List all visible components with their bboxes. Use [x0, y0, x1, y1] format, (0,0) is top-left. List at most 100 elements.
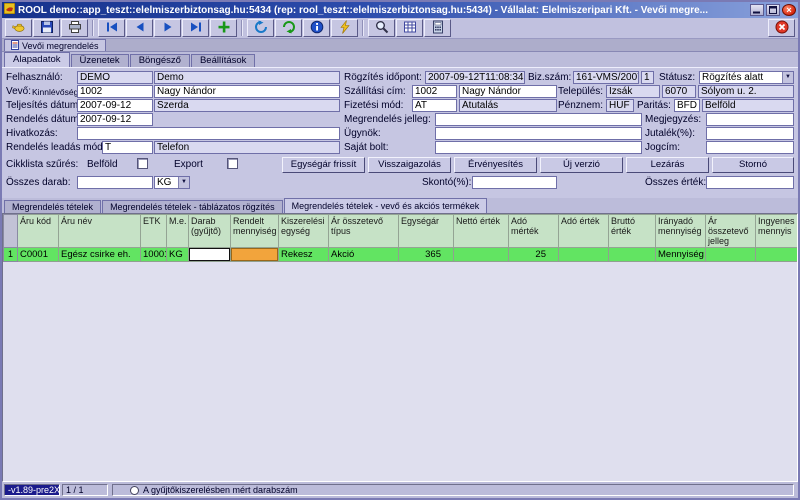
- cell-ar-osszetevo-jelleg: [706, 248, 756, 262]
- close-icon[interactable]: ×: [782, 4, 796, 16]
- col-etk: ETK: [141, 215, 167, 248]
- osszes-darab-field[interactable]: [77, 176, 153, 189]
- teljesites-datum-field[interactable]: 2007-09-12: [77, 99, 153, 112]
- tab-tablazatos-rogzites[interactable]: Megrendelés tételek - táblázatos rögzíté…: [102, 200, 283, 213]
- uj-verzio-button[interactable]: Új verzió: [540, 157, 623, 173]
- tab-beallitasok[interactable]: Beállítások: [191, 54, 255, 67]
- felhasznalo-kod-field[interactable]: DEMO: [77, 71, 153, 84]
- info-button[interactable]: [303, 19, 330, 37]
- toolbar: [2, 18, 798, 39]
- maximize-button[interactable]: [766, 4, 780, 16]
- megrendeles-jelleg-field[interactable]: [435, 113, 642, 126]
- penznem-field[interactable]: HUF: [606, 99, 634, 112]
- grid-view-button[interactable]: [396, 19, 423, 37]
- rendelt-mennyiseg-input[interactable]: [231, 248, 278, 261]
- rendeles-leadas-nev-field[interactable]: Telefon: [154, 141, 340, 154]
- title-bar: ROOL demo::app_teszt::elelmiszerbiztonsa…: [2, 2, 798, 18]
- next-record-button[interactable]: [154, 19, 181, 37]
- cell-ado-mertek: 25: [509, 248, 559, 262]
- paritas-nev-field[interactable]: Belföld: [702, 99, 794, 112]
- cim-field[interactable]: Sólyom u. 2.: [698, 85, 794, 98]
- sajat-bolt-field[interactable]: [435, 141, 642, 154]
- prev-record-icon: [133, 20, 147, 37]
- skonto-field[interactable]: [472, 176, 557, 189]
- next-record-icon: [161, 20, 175, 37]
- grid-icon: [403, 20, 417, 37]
- undo-button[interactable]: [275, 19, 302, 37]
- osszes-ertek-field[interactable]: [706, 176, 794, 189]
- megjegyzes-label: Megjegyzés:: [645, 114, 701, 125]
- exit-button[interactable]: [768, 19, 795, 37]
- calculator-button[interactable]: [424, 19, 451, 37]
- lamp-icon: [11, 20, 26, 37]
- add-record-button[interactable]: [210, 19, 237, 37]
- statusz-select[interactable]: Rögzítés alatt ▼: [699, 71, 794, 84]
- storno-button[interactable]: Stornó: [712, 157, 794, 173]
- felhasznalo-nev-field[interactable]: Demo: [154, 71, 340, 84]
- tab-uzenetek[interactable]: Üzenetek: [71, 54, 129, 67]
- fizetesi-mod-nev-field[interactable]: Átutalás: [459, 99, 557, 112]
- belfold-checkbox[interactable]: [137, 158, 148, 169]
- quick-action-button[interactable]: [331, 19, 358, 37]
- kinnlevoseg-label: Kinnlévőség: [32, 87, 78, 97]
- wizard-button[interactable]: [5, 19, 32, 37]
- darab-gyujto-input[interactable]: [189, 248, 230, 261]
- biz-szam-sorszam-field[interactable]: 1: [641, 71, 654, 84]
- telepules-label: Település:: [558, 86, 603, 97]
- jutalek-field[interactable]: [706, 127, 794, 140]
- tab-alapadatok[interactable]: Alapadatok: [4, 52, 70, 67]
- col-rendelt-mennyiseg: Rendelt mennyiség: [231, 215, 279, 248]
- ervenyesites-button[interactable]: Érvényesítés: [454, 157, 537, 173]
- paritas-kod-field[interactable]: BFD: [674, 99, 700, 112]
- egysegar-frissit-button[interactable]: Egységár frissít: [282, 157, 365, 173]
- prev-record-button[interactable]: [126, 19, 153, 37]
- add-record-icon: [217, 20, 231, 37]
- order-items-grid: Áru kód Áru név ETK M.e. Darab (gyűjtő) …: [2, 213, 798, 482]
- app-icon: [4, 3, 15, 17]
- last-record-button[interactable]: [182, 19, 209, 37]
- szallitas-nev-field[interactable]: Nagy Nándor: [459, 85, 557, 98]
- save-button[interactable]: [33, 19, 60, 37]
- export-checkbox[interactable]: [227, 158, 238, 169]
- search-button[interactable]: [368, 19, 395, 37]
- magnifier-icon: [375, 20, 389, 37]
- vevo-kod-field[interactable]: 1002: [77, 85, 153, 98]
- grid-row-1[interactable]: 1 C0001 Egész csirke eh. 10001 KG Rekesz…: [4, 248, 798, 262]
- jogcim-field[interactable]: [706, 141, 794, 154]
- osszes-ertek-label: Összes érték:: [645, 177, 706, 188]
- megjegyzes-field[interactable]: [706, 113, 794, 126]
- mertekegyseg-select[interactable]: KG ▼: [154, 176, 190, 189]
- telepules-field[interactable]: Izsák: [606, 85, 660, 98]
- rendeles-datum-field[interactable]: 2007-09-12: [77, 113, 153, 126]
- rogzites-idopont-label: Rögzítés időpont:: [344, 72, 422, 83]
- tab-bongeszo[interactable]: Böngésző: [130, 54, 190, 67]
- chevron-down-icon: ▼: [178, 177, 189, 188]
- tab-vevo-akcios-termekek[interactable]: Megrendelés tételek - vevő és akciós ter…: [284, 198, 488, 213]
- iranyitoszam-field[interactable]: 6070: [662, 85, 696, 98]
- lezaras-button[interactable]: Lezárás: [626, 157, 709, 173]
- tab-vevoi-megrendeles[interactable]: Vevői megrendelés: [4, 39, 106, 51]
- szallitas-kod-field[interactable]: 1002: [412, 85, 457, 98]
- print-button[interactable]: [61, 19, 88, 37]
- teljesites-nap-field[interactable]: Szerda: [154, 99, 340, 112]
- cikklista-szures-label: Cikklista szűrés:: [6, 159, 78, 170]
- minimize-button[interactable]: [750, 4, 764, 16]
- jogcim-label: Jogcím:: [645, 142, 680, 153]
- fizetesi-mod-kod-field[interactable]: AT: [412, 99, 457, 112]
- gyujto-radio[interactable]: [130, 486, 139, 495]
- hivatkozas-field[interactable]: [77, 127, 340, 140]
- rogzites-idopont-field[interactable]: 2007-09-12T11:08:34: [425, 71, 525, 84]
- cell-kiszerelesi-egyseg: Rekesz: [279, 248, 329, 262]
- ugynok-field[interactable]: [435, 127, 642, 140]
- rendeles-leadas-kod-field[interactable]: T: [102, 141, 153, 154]
- cell-egysegar: 365: [399, 248, 454, 262]
- vevo-nev-field[interactable]: Nagy Nándor: [154, 85, 340, 98]
- version-label: -v1.89-pre2X: [4, 484, 60, 496]
- osszes-darab-label: Összes darab:: [6, 177, 70, 188]
- tab-megrendeles-tetelek[interactable]: Megrendelés tételek: [4, 200, 101, 213]
- visszaigazolas-button[interactable]: Visszaigazolás: [368, 157, 451, 173]
- first-record-button[interactable]: [98, 19, 125, 37]
- biz-szam-field[interactable]: 161-VMS/2007: [573, 71, 639, 84]
- chevron-down-icon: ▼: [782, 72, 793, 83]
- refresh-button[interactable]: [247, 19, 274, 37]
